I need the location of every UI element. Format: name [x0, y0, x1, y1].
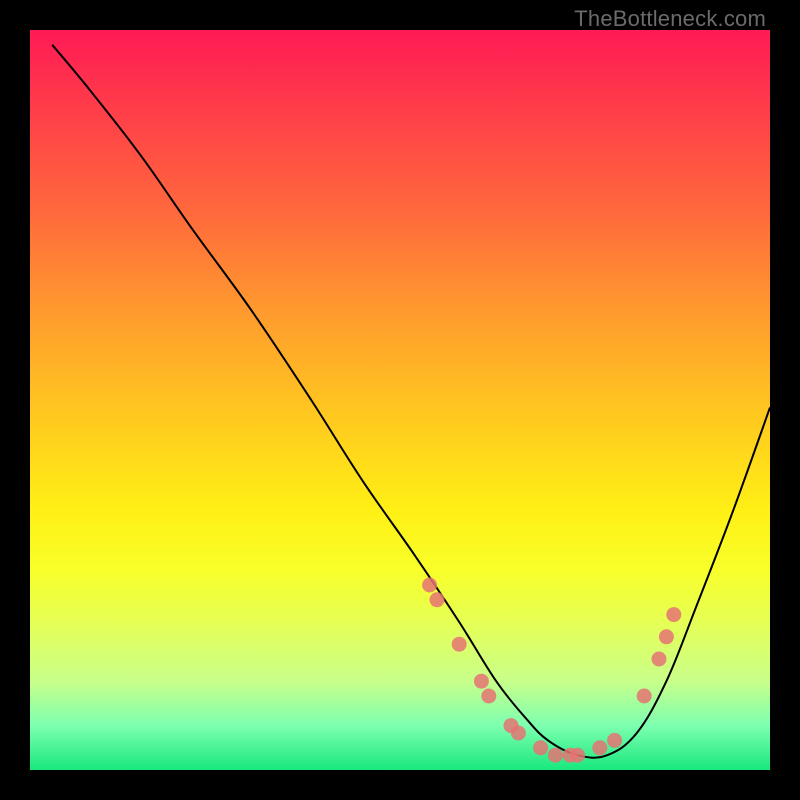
bottleneck-curve [52, 45, 770, 758]
data-point [666, 607, 681, 622]
chart-frame [30, 30, 770, 770]
data-point [607, 733, 622, 748]
data-point [548, 748, 563, 763]
data-point [481, 689, 496, 704]
data-point [422, 578, 437, 593]
data-point [452, 637, 467, 652]
watermark-text: TheBottleneck.com [574, 6, 766, 32]
data-point [570, 748, 585, 763]
data-points-group [422, 578, 681, 763]
data-point [637, 689, 652, 704]
data-point [474, 674, 489, 689]
data-point [430, 592, 445, 607]
data-point [592, 740, 607, 755]
data-point [659, 629, 674, 644]
data-point [511, 726, 526, 741]
data-point [533, 740, 548, 755]
chart-svg [30, 30, 770, 770]
data-point [652, 652, 667, 667]
